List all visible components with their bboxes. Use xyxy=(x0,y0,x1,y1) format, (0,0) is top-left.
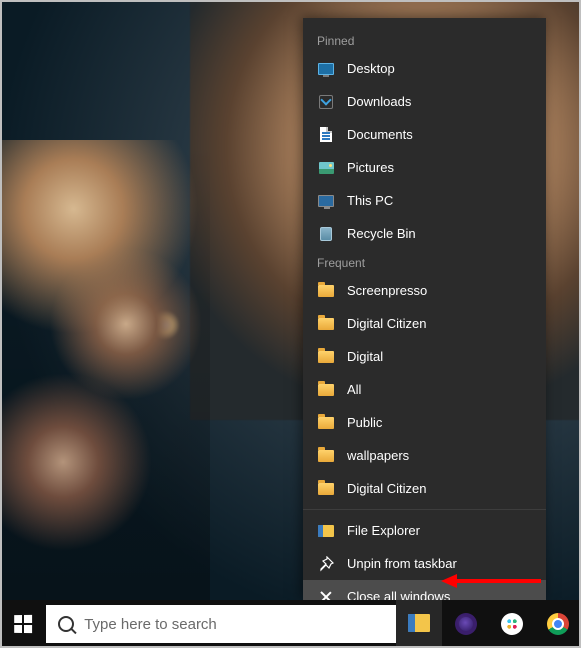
documents-icon xyxy=(317,126,335,144)
taskbar: Type here to search xyxy=(0,600,581,648)
downloads-icon xyxy=(317,93,335,111)
taskbar-button-slack[interactable] xyxy=(489,600,535,648)
folder-icon xyxy=(317,480,335,498)
jumplist-item-label: Public xyxy=(347,415,382,430)
search-icon xyxy=(58,616,74,632)
jumplist-item-downloads[interactable]: Downloads xyxy=(303,85,546,118)
jumplist-item-folder[interactable]: wallpapers xyxy=(303,439,546,472)
taskbar-button-file-explorer[interactable] xyxy=(396,600,442,648)
jumplist-section-pinned: Pinned xyxy=(303,28,546,52)
jumplist-menu: Pinned Desktop Downloads Documents Pictu… xyxy=(303,18,546,600)
jumplist-section-frequent: Frequent xyxy=(303,250,546,274)
jumplist-action-label: File Explorer xyxy=(347,523,420,538)
jumplist-item-folder[interactable]: Screenpresso xyxy=(303,274,546,307)
taskbar-button-chrome[interactable] xyxy=(535,600,581,648)
file-explorer-icon xyxy=(408,614,430,632)
jumplist-item-label: Recycle Bin xyxy=(347,226,416,241)
jumplist-item-folder[interactable]: Digital Citizen xyxy=(303,472,546,505)
jumplist-item-label: Documents xyxy=(347,127,413,142)
jumplist-item-label: This PC xyxy=(347,193,393,208)
jumplist-separator xyxy=(303,509,546,510)
start-button[interactable] xyxy=(0,600,46,648)
jumplist-item-label: Digital xyxy=(347,349,383,364)
wallpaper-flare xyxy=(150,310,180,340)
jumplist-item-label: Downloads xyxy=(347,94,411,109)
jumplist-item-label: Digital Citizen xyxy=(347,481,426,496)
taskbar-button-firefox[interactable] xyxy=(442,600,488,648)
jumplist-item-label: Digital Citizen xyxy=(347,316,426,331)
jumplist-item-folder[interactable]: All xyxy=(303,373,546,406)
this-pc-icon xyxy=(317,192,335,210)
folder-icon xyxy=(317,381,335,399)
recycle-bin-icon xyxy=(317,225,335,243)
file-explorer-icon xyxy=(317,522,335,540)
taskbar-search[interactable]: Type here to search xyxy=(46,605,396,643)
jumplist-item-folder[interactable]: Public xyxy=(303,406,546,439)
folder-icon xyxy=(317,315,335,333)
folder-icon xyxy=(317,348,335,366)
jumplist-action-unpin[interactable]: Unpin from taskbar xyxy=(303,547,546,580)
jumplist-item-pictures[interactable]: Pictures xyxy=(303,151,546,184)
folder-icon xyxy=(317,447,335,465)
jumplist-item-label: Desktop xyxy=(347,61,395,76)
desktop-icon xyxy=(317,60,335,78)
search-placeholder: Type here to search xyxy=(84,616,217,633)
folder-icon xyxy=(317,414,335,432)
slack-icon xyxy=(501,613,523,635)
chrome-icon xyxy=(547,613,569,635)
jumplist-item-folder[interactable]: Digital Citizen xyxy=(303,307,546,340)
pictures-icon xyxy=(317,159,335,177)
folder-icon xyxy=(317,282,335,300)
jumplist-item-folder[interactable]: Digital xyxy=(303,340,546,373)
jumplist-item-this-pc[interactable]: This PC xyxy=(303,184,546,217)
jumplist-action-file-explorer[interactable]: File Explorer xyxy=(303,514,546,547)
jumplist-item-label: wallpapers xyxy=(347,448,409,463)
jumplist-item-label: Screenpresso xyxy=(347,283,427,298)
jumplist-item-desktop[interactable]: Desktop xyxy=(303,52,546,85)
jumplist-item-label: All xyxy=(347,382,361,397)
jumplist-item-recycle-bin[interactable]: Recycle Bin xyxy=(303,217,546,250)
jumplist-action-label: Unpin from taskbar xyxy=(347,556,457,571)
windows-logo-icon xyxy=(14,615,32,633)
jumplist-item-label: Pictures xyxy=(347,160,394,175)
unpin-icon xyxy=(317,555,335,573)
firefox-icon xyxy=(455,613,477,635)
jumplist-item-documents[interactable]: Documents xyxy=(303,118,546,151)
